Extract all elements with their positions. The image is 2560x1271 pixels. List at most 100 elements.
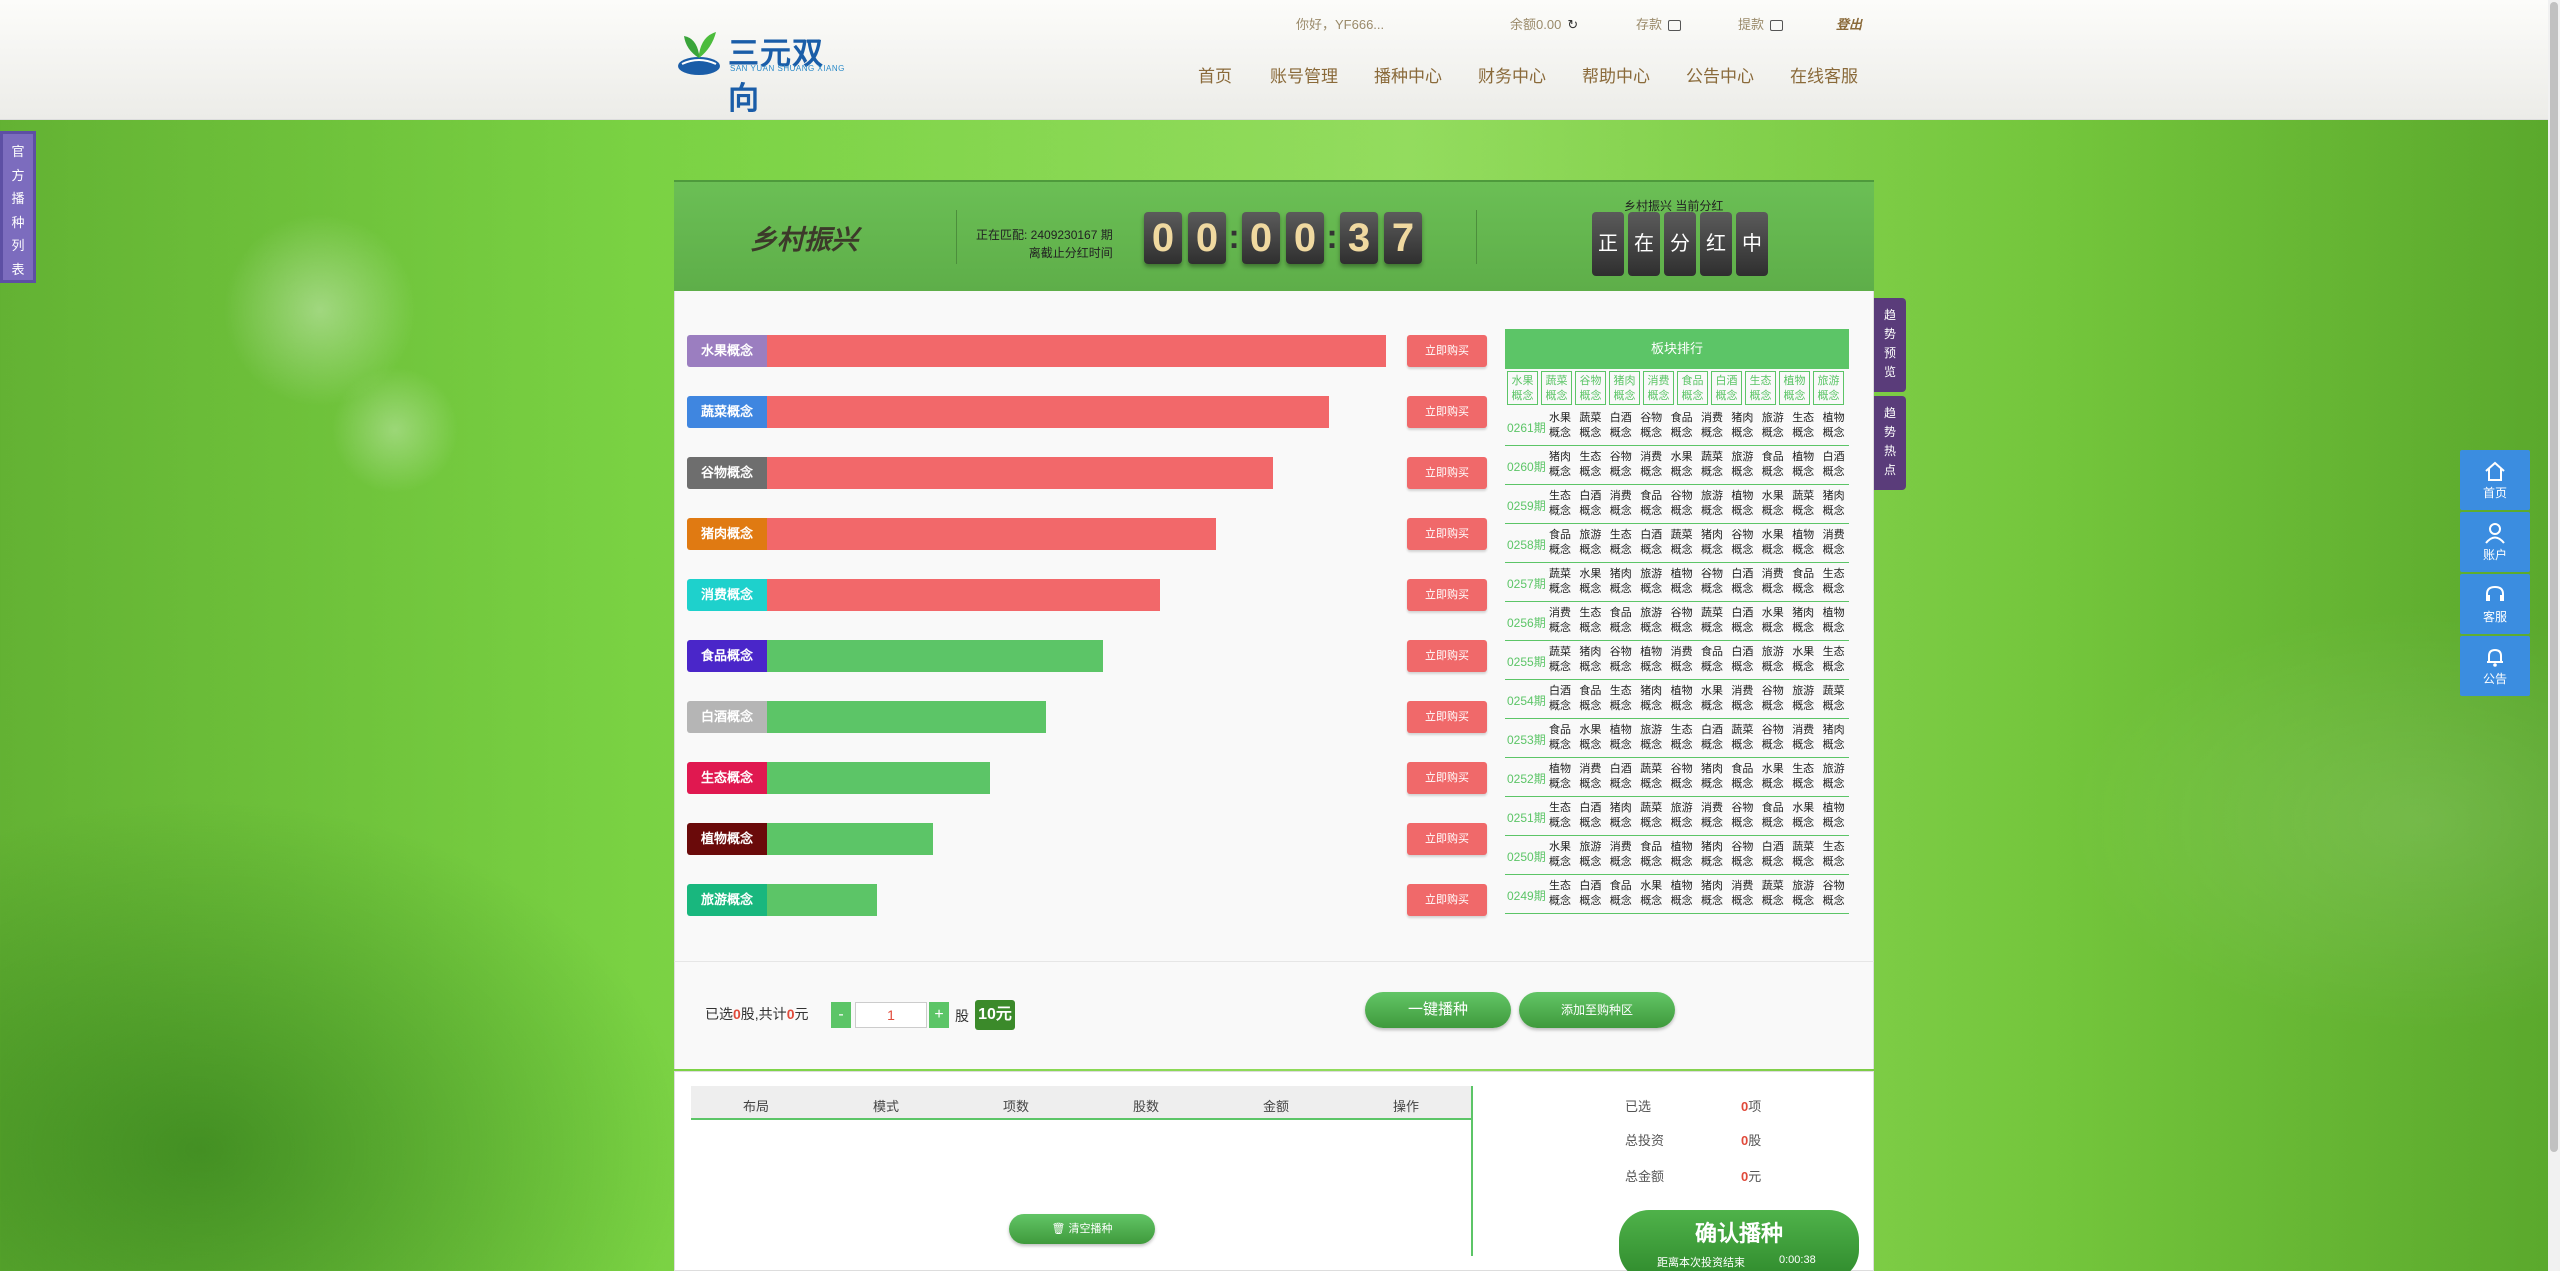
- chip-line: 概念: [1613, 390, 1636, 402]
- cell-suffix: 概念: [1792, 622, 1815, 634]
- cell-suffix: 概念: [1640, 856, 1663, 868]
- cell-name: 旅游: [1670, 802, 1693, 814]
- cell-suffix: 概念: [1579, 895, 1602, 907]
- ranking-chip[interactable]: 植物 概念: [1779, 371, 1810, 405]
- float-home-button[interactable]: 首页: [2460, 450, 2530, 510]
- buy-now-button[interactable]: 立即购买: [1407, 884, 1487, 916]
- float-notice-button[interactable]: 公告: [2460, 636, 2530, 696]
- ranking-chip[interactable]: 白酒 概念: [1711, 371, 1742, 405]
- sum-unit: 项: [1748, 1099, 1762, 1114]
- withdraw-label: 提款: [1738, 17, 1765, 32]
- minus-button[interactable]: -: [831, 1002, 851, 1028]
- cell-suffix: 概念: [1822, 856, 1845, 868]
- refresh-icon[interactable]: ↻: [1567, 17, 1578, 32]
- chip-line: 谷物: [1579, 375, 1602, 387]
- balance-link[interactable]: 余额0.00 ↻: [1510, 14, 1578, 33]
- cell-name: 谷物: [1640, 412, 1663, 424]
- concept-label[interactable]: 白酒概念: [687, 701, 767, 733]
- buy-now-button[interactable]: 立即购买: [1407, 762, 1487, 794]
- cell-name: 生态: [1549, 880, 1571, 892]
- nav-planting[interactable]: 播种中心: [1374, 62, 1442, 87]
- deposit-link[interactable]: 存款: [1636, 14, 1682, 33]
- ranking-chip[interactable]: 生态 概念: [1745, 371, 1776, 405]
- main-nav: 首页 账号管理 播种中心 财务中心 帮助中心 公告中心 在线客服: [0, 62, 2548, 87]
- concept-label[interactable]: 生态概念: [687, 762, 767, 794]
- concept-label[interactable]: 旅游概念: [687, 884, 767, 916]
- ranking-chip[interactable]: 消费 概念: [1643, 371, 1674, 405]
- ranking-chip[interactable]: 猪肉 概念: [1609, 371, 1640, 405]
- ranking-cell: 食品 概念: [1636, 840, 1666, 870]
- concept-label[interactable]: 水果概念: [687, 335, 767, 367]
- concept-label[interactable]: 消费概念: [687, 579, 767, 611]
- cell-suffix: 概念: [1579, 817, 1602, 829]
- concept-label[interactable]: 植物概念: [687, 823, 767, 855]
- concept-label[interactable]: 食品概念: [687, 640, 767, 672]
- cell-suffix: 概念: [1579, 661, 1602, 673]
- ranking-cell: 植物 概念: [1667, 879, 1697, 909]
- cell-name: 猪肉: [1701, 880, 1723, 892]
- withdraw-link[interactable]: 提款: [1738, 14, 1784, 33]
- scrollbar[interactable]: [2548, 0, 2560, 1271]
- quantity-input[interactable]: 1: [855, 1002, 927, 1028]
- cell-suffix: 概念: [1701, 583, 1723, 595]
- scrollbar-thumb[interactable]: [2550, 2, 2558, 1152]
- clear-button[interactable]: 🗑 清空播种: [1009, 1214, 1155, 1244]
- float-service-button[interactable]: 客服: [2460, 574, 2530, 634]
- cell-suffix: 概念: [1731, 856, 1754, 868]
- ranking-cell: 消费 概念: [1788, 723, 1818, 753]
- cell-suffix: 概念: [1609, 622, 1632, 634]
- buy-now-button[interactable]: 立即购买: [1407, 396, 1487, 428]
- one-click-plant-button[interactable]: 一键播种: [1365, 992, 1511, 1028]
- cell-name: 食品: [1549, 724, 1571, 736]
- concept-label[interactable]: 蔬菜概念: [687, 396, 767, 428]
- cell-suffix: 概念: [1579, 700, 1602, 712]
- ranking-cell: 消费 概念: [1575, 762, 1605, 792]
- cell-suffix: 概念: [1640, 817, 1663, 829]
- ranking-chip[interactable]: 谷物 概念: [1575, 371, 1606, 405]
- ranking-chip[interactable]: 食品 概念: [1677, 371, 1708, 405]
- chip-line: 白酒: [1715, 375, 1738, 387]
- nav-account[interactable]: 账号管理: [1270, 62, 1338, 87]
- buy-now-button[interactable]: 立即购买: [1407, 457, 1487, 489]
- nav-home[interactable]: 首页: [1198, 62, 1232, 87]
- cell-name: 白酒: [1579, 490, 1602, 502]
- cell-name: 植物: [1731, 490, 1754, 502]
- concept-label[interactable]: 猪肉概念: [687, 518, 767, 550]
- buy-now-button[interactable]: 立即购买: [1407, 701, 1487, 733]
- ranking-chip[interactable]: 蔬菜 概念: [1541, 371, 1572, 405]
- ranking-cell: 蔬菜 概念: [1819, 684, 1849, 714]
- nav-help[interactable]: 帮助中心: [1582, 62, 1650, 87]
- ranking-chips: 水果 概念 蔬菜 概念 谷物 概念 猪肉 概念 消费 概念 食品 概念 白酒 概念 生态 概念 植物 概念 旅游 概念: [1505, 371, 1849, 407]
- ranking-cell: 谷物 概念: [1636, 411, 1666, 441]
- nav-finance[interactable]: 财务中心: [1478, 62, 1546, 87]
- cell-name: 水果: [1761, 763, 1784, 775]
- chip-line: 猪肉: [1613, 375, 1636, 387]
- buy-now-button[interactable]: 立即购买: [1407, 335, 1487, 367]
- concept-row: 水果概念: [687, 335, 1407, 367]
- ranking-cell: 蔬菜 概念: [1667, 528, 1697, 558]
- nav-notice[interactable]: 公告中心: [1686, 62, 1754, 87]
- buy-now-button[interactable]: 立即购买: [1407, 640, 1487, 672]
- logout-link[interactable]: 登出: [1836, 14, 1862, 33]
- official-list-tab[interactable]: 官 方 播 种 列 表: [0, 131, 36, 283]
- ranking-cell: 旅游 概念: [1758, 411, 1788, 441]
- nav-service[interactable]: 在线客服: [1790, 62, 1858, 87]
- ranking-cell: 水果 概念: [1636, 879, 1666, 909]
- add-to-cart-button[interactable]: 添加至购种区: [1519, 992, 1675, 1028]
- plus-button[interactable]: +: [929, 1002, 949, 1028]
- buy-now-button[interactable]: 立即购买: [1407, 823, 1487, 855]
- buy-now-button[interactable]: 立即购买: [1407, 518, 1487, 550]
- unit-label: 股: [955, 1008, 969, 1024]
- concept-label[interactable]: 谷物概念: [687, 457, 767, 489]
- cell-suffix: 概念: [1731, 817, 1754, 829]
- cell-name: 谷物: [1670, 763, 1693, 775]
- float-account-button[interactable]: 账户: [2460, 512, 2530, 572]
- trend-hotspot-tab[interactable]: 趋 势 热 点: [1874, 396, 1906, 490]
- ranking-chip[interactable]: 旅游 概念: [1813, 371, 1844, 405]
- cell-suffix: 概念: [1792, 856, 1815, 868]
- trend-preview-tab[interactable]: 趋 势 预 览: [1874, 298, 1906, 392]
- buy-now-button[interactable]: 立即购买: [1407, 579, 1487, 611]
- ranking-cell: 消费 概念: [1667, 645, 1697, 675]
- ranking-chip[interactable]: 水果 概念: [1507, 371, 1538, 405]
- confirm-plant-button[interactable]: 确认播种 距离本次投资结束 0:00:38: [1619, 1210, 1859, 1271]
